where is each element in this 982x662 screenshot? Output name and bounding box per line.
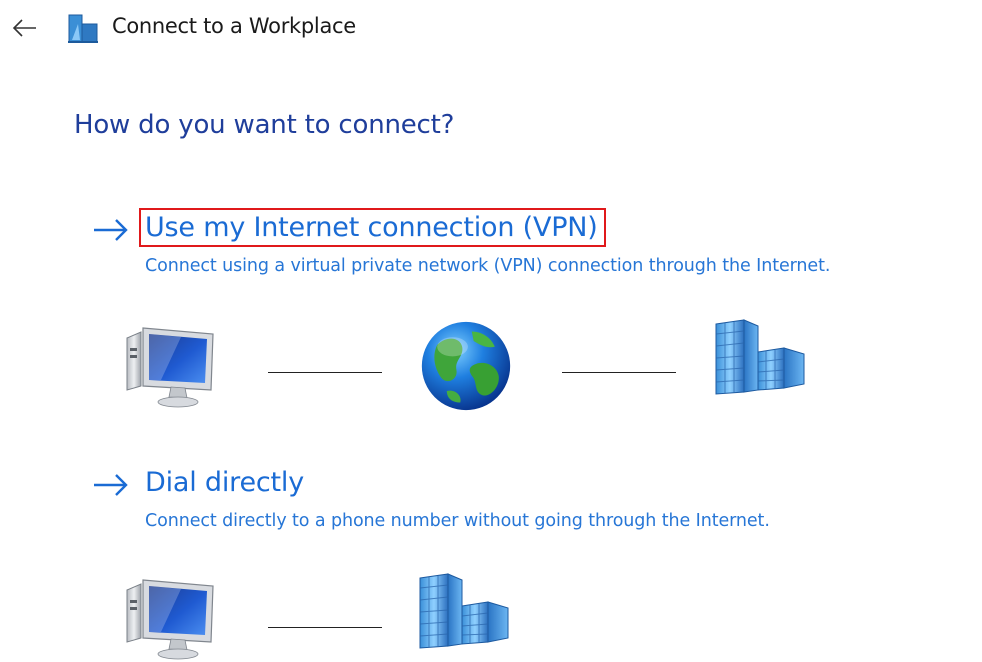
back-button[interactable]	[8, 14, 42, 42]
connection-line	[562, 372, 676, 373]
arrow-left-icon	[12, 19, 36, 37]
office-building-icon	[414, 572, 514, 652]
globe-icon	[418, 318, 514, 414]
option-dial-description: Connect directly to a phone number witho…	[145, 511, 770, 531]
window-title: Connect to a Workplace	[112, 14, 356, 38]
option-vpn-label[interactable]: Use my Internet connection (VPN)	[139, 208, 606, 247]
workplace-building-icon	[66, 12, 100, 44]
computer-icon	[120, 572, 222, 662]
option-dial-label[interactable]: Dial directly	[145, 467, 304, 498]
computer-icon	[120, 320, 222, 410]
connection-line	[268, 627, 382, 628]
option-vpn[interactable]: Use my Internet connection (VPN) Connect…	[92, 206, 982, 286]
arrow-right-icon	[94, 219, 128, 241]
title-bar: Connect to a Workplace	[0, 0, 982, 56]
option-dial-directly[interactable]: Dial directly Connect directly to a phon…	[92, 461, 942, 541]
arrow-right-icon	[94, 474, 128, 496]
office-building-icon	[710, 318, 810, 398]
option-vpn-description: Connect using a virtual private network …	[145, 256, 831, 276]
page-heading: How do you want to connect?	[74, 110, 455, 140]
connection-line	[268, 372, 382, 373]
